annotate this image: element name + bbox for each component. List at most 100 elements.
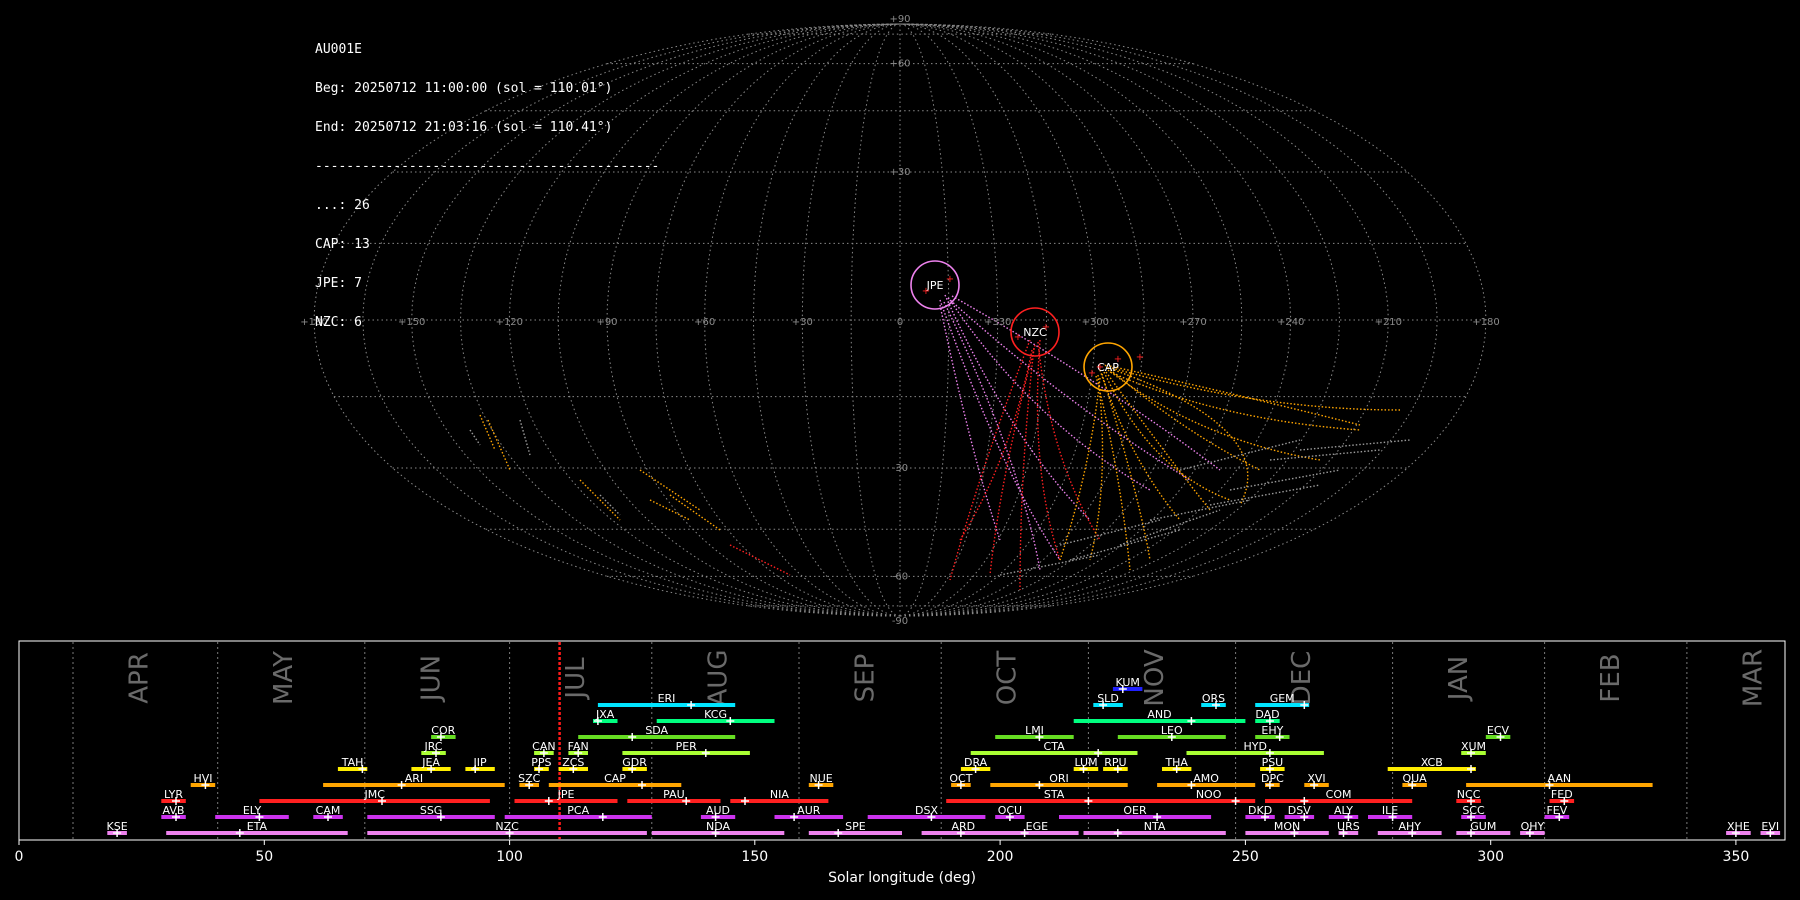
shower-label-urs: URS	[1337, 820, 1360, 833]
shower-label-noo: NOO	[1196, 788, 1222, 801]
shower-label-jrc: JRC	[423, 740, 442, 753]
shower-label-xcb: XCB	[1421, 756, 1443, 769]
grid-meridian	[899, 23, 950, 617]
shower-label-cap: CAP	[604, 772, 626, 785]
month-label: OCT	[993, 651, 1023, 706]
shower-label-nue: NUE	[809, 772, 832, 785]
lon-tick-label: +180	[1472, 317, 1499, 328]
shower-label-eri: ERI	[658, 692, 676, 705]
shower-label-com: COM	[1326, 788, 1352, 801]
sky-map: JPENZCCAP+++++++ + +180 +150 +120 +90 +60 +30 0…	[300, 14, 1499, 627]
lon-tick-label: +240	[1277, 317, 1304, 328]
trail-misc	[487, 419, 511, 471]
shower-label-xhe: XHE	[1727, 820, 1750, 833]
shower-label-sta: STA	[1044, 788, 1065, 801]
trail-nzc	[1019, 347, 1035, 591]
x-axis: 0 50 100 150 200 250 300 350	[15, 840, 1749, 865]
shower-label-pau: PAU	[663, 788, 685, 801]
month-label: JUN	[416, 655, 446, 703]
trail-sporadic	[999, 554, 1101, 576]
trail-sporadic	[1269, 449, 1381, 461]
x-tick-label: 100	[496, 849, 523, 865]
trail-jpe	[939, 304, 1001, 541]
shower-label-dsx: DSX	[915, 804, 938, 817]
trail-misc	[579, 479, 621, 521]
shower-label-xvi: XVI	[1307, 772, 1325, 785]
lat-tick-label: +60	[889, 59, 910, 70]
trail-sporadic	[1069, 529, 1181, 561]
trail-sporadic	[1209, 484, 1321, 506]
shower-label-amo: AMO	[1193, 772, 1219, 785]
shower-label-eta: ETA	[247, 820, 268, 833]
radiant-point-marker: +	[1136, 352, 1144, 363]
grid-meridian	[752, 23, 901, 617]
shower-label-pps: PPS	[531, 756, 551, 769]
month-label: JUL	[561, 657, 591, 701]
radiant-point-marker: +	[1042, 322, 1050, 333]
x-tick-label: 300	[1477, 849, 1504, 865]
shower-label-aud: AUD	[706, 804, 730, 817]
lon-tick-label: +300	[1082, 317, 1109, 328]
shower-label-jmc: JMC	[363, 788, 385, 801]
shower-label-ile: ILE	[1382, 804, 1398, 817]
shower-label-sda: SDA	[645, 724, 668, 737]
shower-label-szc: SZC	[518, 772, 541, 785]
trail-misc	[469, 429, 481, 446]
shower-label-per: PER	[676, 740, 698, 753]
trail-misc	[729, 544, 791, 576]
trail-misc	[599, 494, 621, 516]
shower-label-jea: JEA	[421, 756, 440, 769]
trail-misc	[639, 469, 701, 511]
lon-tick-label: +60	[694, 317, 715, 328]
trail-sporadic	[1119, 509, 1221, 546]
count-jpe: JPE: 7	[315, 276, 362, 291]
grid-meridian	[899, 23, 1194, 617]
x-tick-label: 250	[1232, 849, 1259, 865]
shower-label-ard: ARD	[951, 820, 975, 833]
trail-nzc	[1036, 339, 1061, 561]
trail-cap	[1095, 375, 1131, 571]
shower-label-fev: FEV	[1546, 804, 1567, 817]
lon-tick-label: 0	[897, 317, 903, 328]
shower-label-ors: ORS	[1202, 692, 1225, 705]
end-time: End: 20250712 21:03:16 (sol = 110.41°)	[315, 120, 613, 135]
month-label: JAN	[1444, 656, 1474, 702]
shower-label-nta: NTA	[1144, 820, 1166, 833]
trail-sporadic	[1059, 519, 1161, 546]
shower-label-nzc: NZC	[495, 820, 519, 833]
shower-label-fan: FAN	[568, 740, 589, 753]
shower-label-aan: AAN	[1548, 772, 1572, 785]
shower-label-kcg: KCG	[704, 708, 727, 721]
shower-label-ssg: SSG	[420, 804, 443, 817]
shower-label-dpc: DPC	[1261, 772, 1284, 785]
lat-tick-label: -30	[892, 463, 908, 474]
shower-label-nda: NDA	[706, 820, 731, 833]
shower-timeline-chart: APR MAY JUN JUL AUG SEP OCT NOV DEC JAN FEB MAR KUM…	[15, 640, 1786, 886]
shower-label-kse: KSE	[107, 820, 128, 833]
trail-jpe	[939, 299, 1061, 561]
radiant-point-marker: +	[946, 274, 954, 285]
shower-label-ely: ELY	[243, 804, 262, 817]
trail-jpe	[944, 294, 1091, 521]
shower-label-ncc: NCC	[1457, 788, 1481, 801]
trail-cap	[1105, 371, 1211, 511]
shower-label-gdr: GDR	[622, 756, 647, 769]
begin-time: Beg: 20250712 11:00:00 (sol = 110.01°)	[315, 81, 613, 96]
trail-misc	[519, 419, 531, 456]
month-label: MAR	[1738, 649, 1768, 707]
shower-label-lyr: LYR	[164, 788, 183, 801]
radiant-point-marker: +	[1014, 332, 1022, 343]
shower-bars: KUM ERI SLD ORS GEM JXA KCG AND DAD COR SDA LMI LEO E…	[107, 676, 1781, 837]
shower-label-ahy: AHY	[1398, 820, 1421, 833]
x-tick-label: 50	[255, 849, 273, 865]
shower-label-xum: XUM	[1461, 740, 1486, 753]
count-cap: CAP: 13	[315, 237, 370, 252]
shower-label-evi: EVI	[1761, 820, 1779, 833]
month-label: FEB	[1596, 653, 1626, 702]
radiant-point-marker: +	[1114, 354, 1122, 365]
shower-label-dad: DAD	[1255, 708, 1279, 721]
shower-label-ecv: ECV	[1487, 724, 1510, 737]
info-panel: AU001E Beg: 20250712 11:00:00 (sol = 110…	[315, 17, 659, 342]
shower-label-gum: GUM	[1470, 820, 1496, 833]
lon-tick-label: +270	[1179, 317, 1206, 328]
